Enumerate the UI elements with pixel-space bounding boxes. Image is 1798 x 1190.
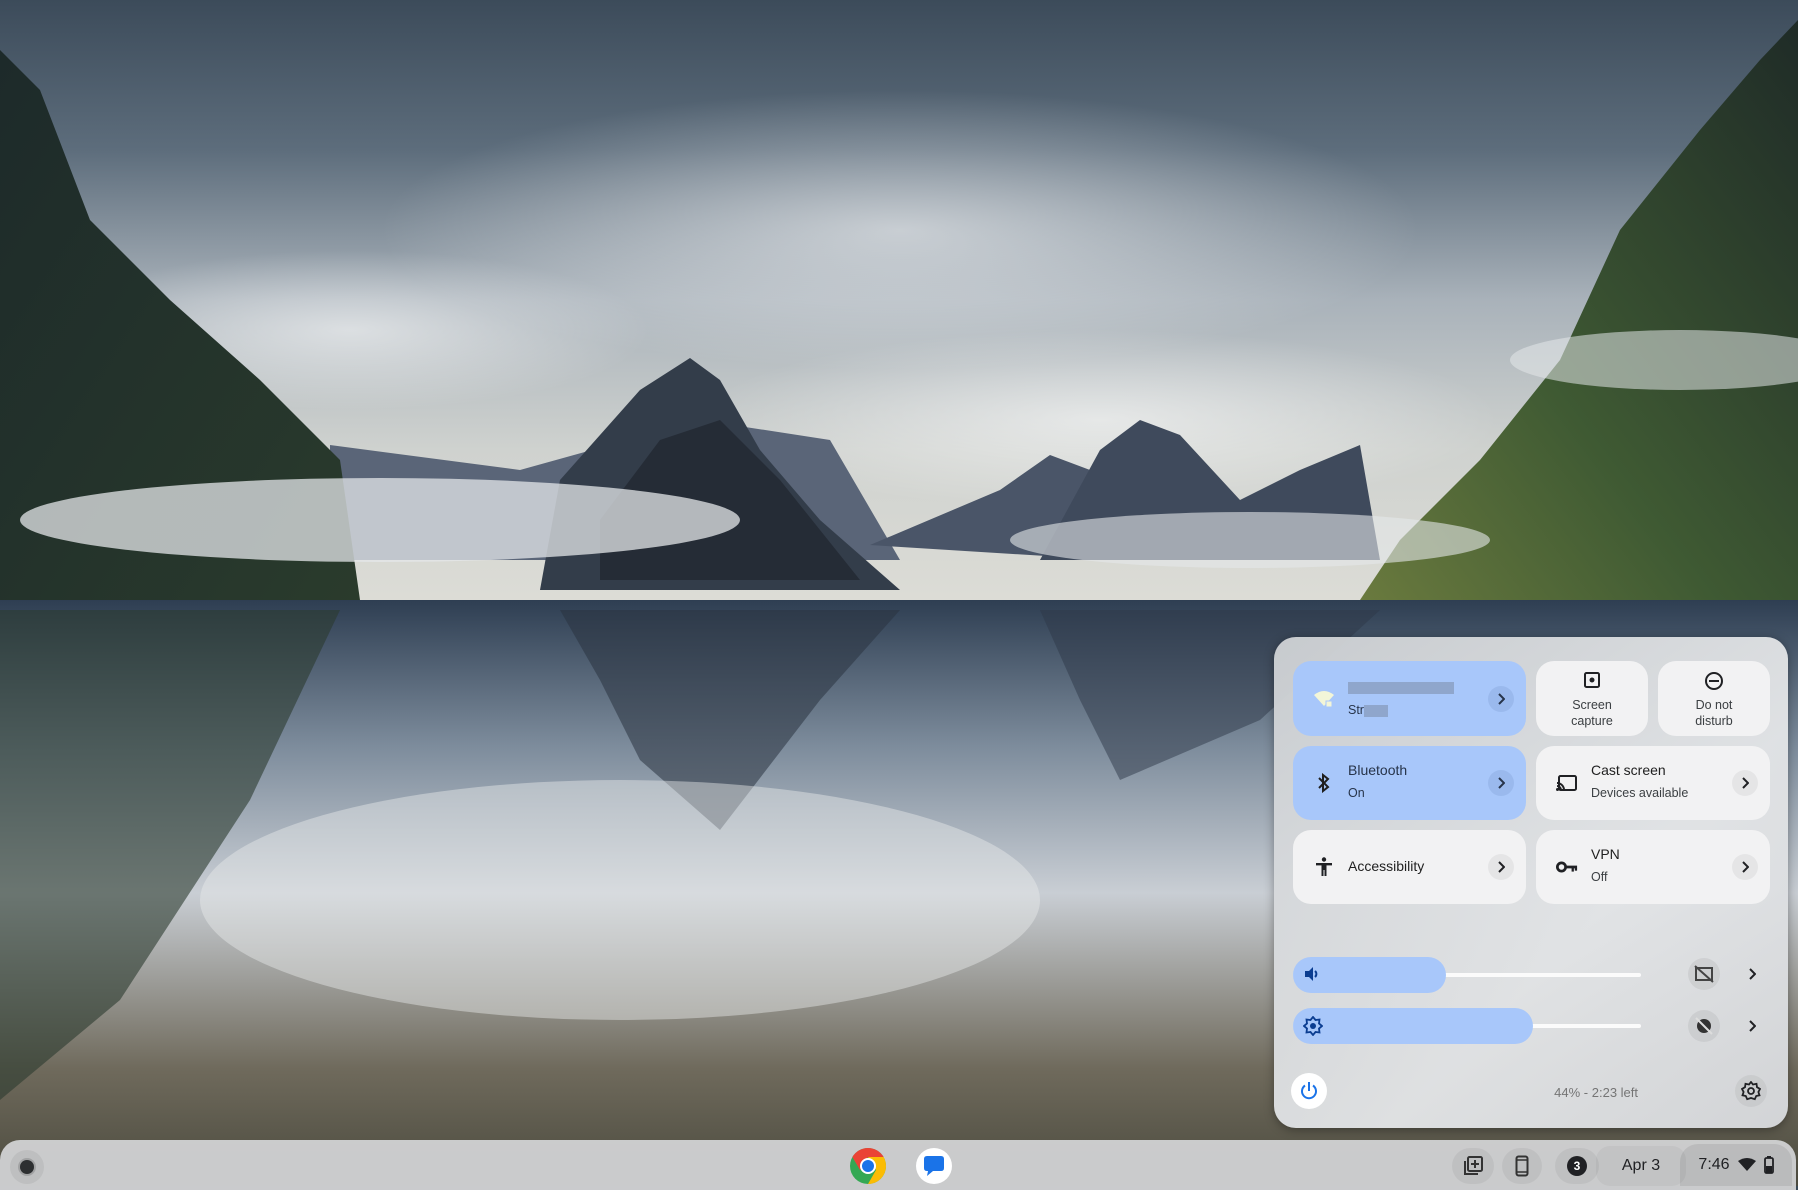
- network-details-chevron-icon[interactable]: [1488, 685, 1514, 712]
- messages-icon: [916, 1148, 952, 1184]
- accessibility-details-chevron-icon[interactable]: [1488, 854, 1514, 880]
- bluetooth-status: On: [1348, 786, 1365, 800]
- cast-title: Cast screen: [1591, 762, 1666, 778]
- battery-icon: [1763, 1156, 1774, 1174]
- shelf-app-messages[interactable]: [914, 1146, 954, 1186]
- audio-output-mute-button[interactable]: [1688, 958, 1720, 990]
- chrome-icon: [850, 1148, 887, 1184]
- do-not-disturb-button[interactable]: Do not disturb: [1658, 661, 1770, 736]
- notification-count-badge: 3: [1567, 1156, 1587, 1176]
- do-not-disturb-label: Do not disturb: [1695, 698, 1733, 728]
- brightness-slider-fill: [1293, 1008, 1534, 1044]
- launcher-button[interactable]: [10, 1150, 44, 1184]
- launcher-icon: [20, 1160, 34, 1174]
- accessibility-icon: [1313, 856, 1335, 878]
- vpn-title: VPN: [1591, 846, 1620, 862]
- bluetooth-title: Bluetooth: [1348, 762, 1408, 778]
- settings-button[interactable]: [1735, 1075, 1767, 1107]
- gear-icon: [1741, 1081, 1761, 1101]
- brightness-icon[interactable]: [1302, 1015, 1324, 1041]
- bluetooth-details-chevron-icon[interactable]: [1488, 770, 1514, 796]
- screen-capture-button[interactable]: Screen capture: [1536, 661, 1648, 736]
- cast-icon: [1556, 772, 1578, 794]
- bluetooth-tile[interactable]: Bluetooth On: [1293, 746, 1526, 820]
- date-tray-button[interactable]: Apr 3: [1596, 1146, 1686, 1186]
- phone-hub-button[interactable]: [1502, 1148, 1542, 1184]
- accessibility-title: Accessibility: [1348, 858, 1425, 874]
- volume-slider[interactable]: [1293, 957, 1641, 993]
- wifi-icon: [1313, 688, 1335, 710]
- status-area-button[interactable]: 7:46: [1680, 1144, 1792, 1186]
- audio-settings-chevron-icon[interactable]: [1742, 964, 1762, 984]
- phone-icon: [1515, 1155, 1529, 1177]
- bluetooth-icon: [1313, 772, 1335, 794]
- vpn-details-chevron-icon[interactable]: [1732, 854, 1758, 880]
- brightness-slider[interactable]: [1293, 1008, 1641, 1044]
- vpn-key-icon: [1556, 856, 1578, 878]
- shelf-app-chrome[interactable]: [848, 1146, 888, 1186]
- holding-space-icon: [1464, 1156, 1483, 1175]
- night-light-toggle[interactable]: [1688, 1010, 1720, 1042]
- wifi-status-icon: [1737, 1158, 1756, 1171]
- screen-capture-icon: [1583, 671, 1601, 694]
- do-not-disturb-icon: [1704, 671, 1724, 696]
- vpn-tile[interactable]: VPN Off: [1536, 830, 1770, 904]
- network-name: [1348, 679, 1454, 695]
- vpn-status: Off: [1591, 870, 1608, 884]
- cast-status: Devices available: [1591, 786, 1689, 800]
- power-icon: [1301, 1082, 1317, 1100]
- clock-time: 7:46: [1698, 1156, 1730, 1173]
- volume-icon[interactable]: [1303, 965, 1321, 988]
- network-status: Str: [1348, 703, 1388, 717]
- notification-center-button[interactable]: 3: [1555, 1148, 1599, 1184]
- accessibility-tile[interactable]: Accessibility: [1293, 830, 1526, 904]
- screen-capture-label: Screen capture: [1571, 698, 1613, 728]
- cast-details-chevron-icon[interactable]: [1732, 770, 1758, 796]
- power-button[interactable]: [1291, 1073, 1327, 1109]
- network-tile[interactable]: Str: [1293, 661, 1526, 736]
- display-settings-chevron-icon[interactable]: [1742, 1016, 1762, 1036]
- night-light-off-icon: [1695, 1017, 1713, 1035]
- cast-screen-tile[interactable]: Cast screen Devices available: [1536, 746, 1770, 820]
- holding-space-button[interactable]: [1452, 1148, 1494, 1184]
- battery-status-text: 44% - 2:23 left: [1554, 1085, 1638, 1100]
- audio-muted-icon: [1694, 965, 1714, 983]
